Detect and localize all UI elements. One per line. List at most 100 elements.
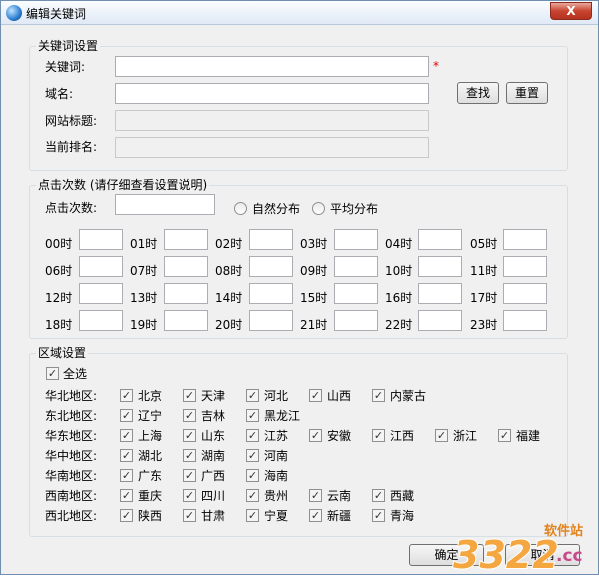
province-checkbox[interactable]: ✓: [183, 449, 196, 462]
hour-input-15[interactable]: [334, 283, 378, 304]
hour-input-0[interactable]: [79, 229, 123, 250]
site-watermark-logo: 3322 软件站 .cc: [452, 523, 583, 576]
province-checkbox[interactable]: ✓: [498, 429, 511, 442]
title-bar[interactable]: 编辑关键词 X: [1, 1, 598, 25]
province-checkbox[interactable]: ✓: [120, 449, 133, 462]
average-distribution-label: 平均分布: [330, 202, 379, 216]
select-all-checkbox[interactable]: ✓: [46, 367, 59, 380]
hour-label-5: 05时: [470, 237, 498, 251]
hour-input-2[interactable]: [249, 229, 293, 250]
edit-keyword-window: 编辑关键词 X 关键词设置 关键词: * 域名: 查找 重置 网站标题: 当前排…: [0, 0, 599, 576]
hour-input-13[interactable]: [164, 283, 208, 304]
hour-input-20[interactable]: [249, 310, 293, 331]
hour-label-23: 23时: [470, 318, 498, 332]
hour-label-13: 13时: [130, 291, 158, 305]
hour-input-19[interactable]: [164, 310, 208, 331]
hour-input-18[interactable]: [79, 310, 123, 331]
natural-distribution-radio[interactable]: [234, 202, 247, 215]
domain-label: 域名:: [45, 87, 74, 101]
province-checkbox[interactable]: ✓: [372, 509, 385, 522]
hour-input-8[interactable]: [249, 256, 293, 277]
province-checkbox[interactable]: ✓: [120, 389, 133, 402]
province-checkbox[interactable]: ✓: [246, 509, 259, 522]
province-label: 天津: [201, 389, 226, 403]
province-label: 青海: [390, 509, 415, 523]
province-checkbox[interactable]: ✓: [309, 509, 322, 522]
region-legend: 区域设置: [36, 346, 89, 360]
hour-input-9[interactable]: [334, 256, 378, 277]
province-checkbox[interactable]: ✓: [309, 389, 322, 402]
province-label: 山东: [201, 429, 226, 443]
clicks-input[interactable]: [115, 194, 215, 215]
province-checkbox[interactable]: ✓: [120, 509, 133, 522]
hour-input-14[interactable]: [249, 283, 293, 304]
hour-input-3[interactable]: [334, 229, 378, 250]
hour-input-22[interactable]: [418, 310, 462, 331]
hour-label-0: 00时: [45, 237, 73, 251]
province-checkbox[interactable]: ✓: [120, 469, 133, 482]
province-checkbox[interactable]: ✓: [309, 489, 322, 502]
hour-input-5[interactable]: [503, 229, 547, 250]
hour-input-1[interactable]: [164, 229, 208, 250]
hour-input-4[interactable]: [418, 229, 462, 250]
hour-input-7[interactable]: [164, 256, 208, 277]
hour-label-16: 16时: [385, 291, 413, 305]
province-checkbox[interactable]: ✓: [120, 409, 133, 422]
average-distribution-radio[interactable]: [312, 202, 325, 215]
svg-text:3322: 3322: [453, 533, 559, 576]
province-label: 陕西: [138, 509, 163, 523]
reset-button[interactable]: 重置: [506, 82, 548, 104]
province-checkbox[interactable]: ✓: [183, 469, 196, 482]
province-label: 西藏: [390, 489, 415, 503]
keyword-settings-legend: 关键词设置: [36, 39, 101, 53]
hour-input-21[interactable]: [334, 310, 378, 331]
region-label: 华中地区:: [45, 449, 98, 463]
province-label: 福建: [516, 429, 541, 443]
province-checkbox[interactable]: ✓: [246, 429, 259, 442]
province-checkbox[interactable]: ✓: [183, 429, 196, 442]
close-button[interactable]: X: [550, 2, 592, 20]
clicks-legend: 点击次数 (请仔细查看设置说明): [36, 178, 210, 192]
region-label: 华东地区:: [45, 429, 98, 443]
hour-input-11[interactable]: [503, 256, 547, 277]
hour-input-12[interactable]: [79, 283, 123, 304]
province-checkbox[interactable]: ✓: [372, 429, 385, 442]
province-checkbox[interactable]: ✓: [246, 409, 259, 422]
province-checkbox[interactable]: ✓: [246, 449, 259, 462]
province-checkbox[interactable]: ✓: [309, 429, 322, 442]
province-checkbox[interactable]: ✓: [372, 489, 385, 502]
province-checkbox[interactable]: ✓: [120, 429, 133, 442]
hour-label-8: 08时: [215, 264, 243, 278]
province-checkbox[interactable]: ✓: [372, 389, 385, 402]
province-label: 甘肃: [201, 509, 226, 523]
province-checkbox[interactable]: ✓: [435, 429, 448, 442]
hour-input-6[interactable]: [79, 256, 123, 277]
natural-distribution-label: 自然分布: [252, 202, 301, 216]
hour-label-9: 09时: [300, 264, 328, 278]
hour-input-17[interactable]: [503, 283, 547, 304]
hour-label-21: 21时: [300, 318, 328, 332]
svg-text:.cc: .cc: [556, 546, 583, 566]
province-label: 广西: [201, 469, 226, 483]
hour-input-23[interactable]: [503, 310, 547, 331]
keyword-input[interactable]: [115, 56, 429, 77]
current-rank-field: [115, 137, 429, 158]
hour-label-17: 17时: [470, 291, 498, 305]
find-button[interactable]: 查找: [457, 82, 499, 104]
province-label: 山西: [327, 389, 352, 403]
province-label: 北京: [138, 389, 163, 403]
province-checkbox[interactable]: ✓: [246, 389, 259, 402]
hour-input-10[interactable]: [418, 256, 462, 277]
province-checkbox[interactable]: ✓: [183, 489, 196, 502]
province-checkbox[interactable]: ✓: [183, 389, 196, 402]
province-checkbox[interactable]: ✓: [183, 409, 196, 422]
svg-text:软件站: 软件站: [544, 523, 583, 539]
province-label: 河南: [264, 449, 289, 463]
province-checkbox[interactable]: ✓: [246, 469, 259, 482]
province-label: 吉林: [201, 409, 226, 423]
province-checkbox[interactable]: ✓: [120, 489, 133, 502]
province-checkbox[interactable]: ✓: [183, 509, 196, 522]
province-checkbox[interactable]: ✓: [246, 489, 259, 502]
domain-input[interactable]: [115, 83, 429, 104]
hour-input-16[interactable]: [418, 283, 462, 304]
